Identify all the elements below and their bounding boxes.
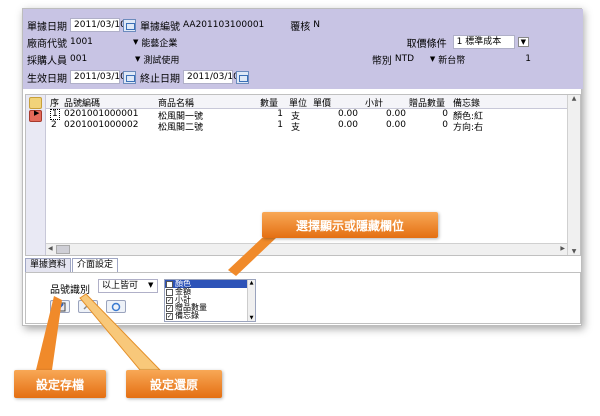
callout-pointer bbox=[79, 293, 162, 371]
callout-pointer bbox=[228, 238, 276, 276]
callout-save-settings: 設定存檔 bbox=[14, 370, 106, 398]
callout-restore-settings: 設定還原 bbox=[126, 370, 222, 398]
callout-show-hide-columns: 選擇顯示或隱藏欄位 bbox=[262, 212, 438, 238]
callout-pointers bbox=[36, 238, 276, 371]
callout-pointer bbox=[36, 296, 62, 370]
